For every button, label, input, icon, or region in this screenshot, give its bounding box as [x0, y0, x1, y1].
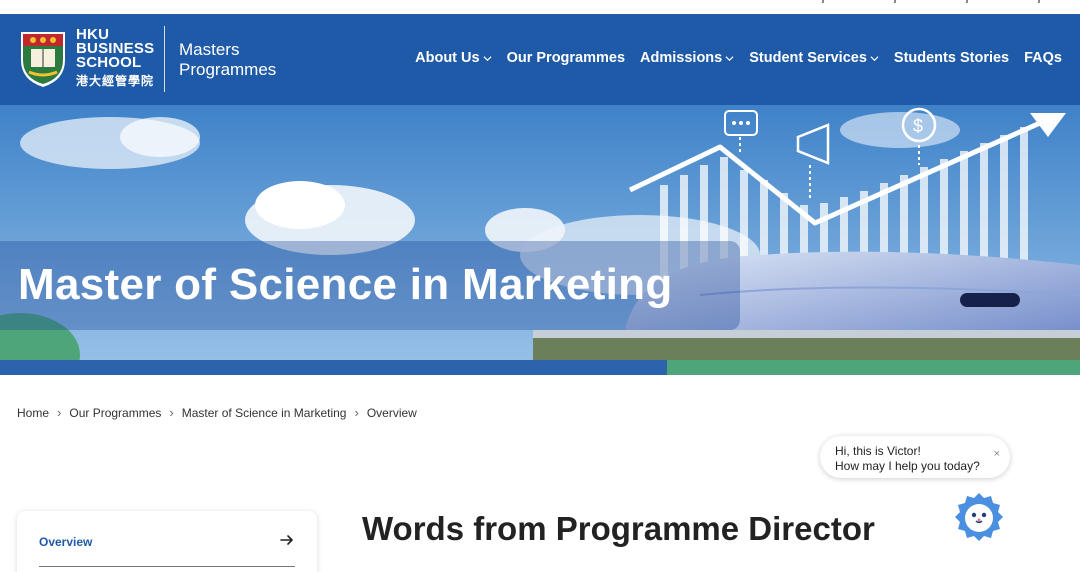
hku-crest-logo[interactable]: [19, 30, 67, 88]
breadcrumb-home[interactable]: Home: [17, 406, 49, 420]
header-divider: [164, 26, 165, 92]
nav-item-faqs[interactable]: FAQs: [1024, 50, 1062, 66]
nav-item-label: About Us: [415, 50, 480, 66]
arrow-right-icon[interactable]: [279, 532, 295, 548]
chevron-down-icon: [870, 55, 879, 61]
hero-accent-stripe-green: [667, 360, 1080, 375]
side-nav-divider: [39, 566, 295, 567]
nav-item-our-programmes[interactable]: Our Programmes: [507, 50, 625, 66]
chat-greeting-bubble[interactable]: Hi, this is Victor! How may I help you t…: [820, 436, 1010, 478]
nav-item-students-stories[interactable]: Students Stories: [894, 50, 1009, 66]
brand-chinese-name: 港大經管學院: [76, 74, 155, 88]
hero-accent-stripe-blue: [0, 360, 667, 375]
chevron-right-icon: ›: [57, 405, 62, 420]
page-title: Master of Science in Marketing: [18, 260, 673, 309]
nav-item-label: FAQs: [1024, 50, 1062, 66]
breadcrumb-programme[interactable]: Master of Science in Marketing: [182, 406, 347, 420]
chevron-right-icon: ›: [169, 405, 174, 420]
nav-item-label: Admissions: [640, 50, 723, 66]
chevron-right-icon: ›: [354, 405, 359, 420]
school-wordmark[interactable]: HKU BUSINESS SCHOOL 港大經管學院: [76, 27, 155, 89]
nav-item-label: Students Stories: [893, 50, 1010, 66]
chevron-down-icon: [483, 55, 492, 61]
nav-item-student-services[interactable]: Student Services: [749, 50, 879, 66]
brand-line-school: SCHOOL: [76, 54, 142, 71]
nav-item-label: Student Services: [749, 50, 867, 66]
nav-item-admissions[interactable]: Admissions: [640, 50, 734, 66]
side-nav-item-overview[interactable]: Overview: [39, 535, 92, 549]
chevron-down-icon: [725, 55, 734, 61]
section-heading: Words from Programme Director: [362, 510, 875, 547]
section-title-line1: Masters: [179, 40, 240, 59]
nav-item-about-us[interactable]: About Us: [415, 50, 492, 66]
section-title-line2: Programmes: [179, 60, 277, 79]
hero-background-image: $: [0, 105, 1080, 375]
section-title[interactable]: Masters Programmes: [179, 40, 276, 80]
top-utility-strip: [0, 0, 1080, 14]
breadcrumb: Home › Our Programmes › Master of Scienc…: [17, 405, 417, 420]
chat-greeting-line1: Hi, this is Victor!: [835, 444, 921, 458]
chatbot-lion-avatar[interactable]: [953, 491, 1005, 543]
side-navigation-card: Overview: [17, 511, 317, 572]
close-icon[interactable]: ×: [994, 448, 1000, 460]
site-header: HKU BUSINESS SCHOOL 港大經管學院 Masters Progr…: [0, 14, 1080, 105]
chat-greeting-line2: How may I help you today?: [835, 459, 980, 473]
breadcrumb-current: Overview: [366, 405, 417, 420]
main-navigation: About Us Our Programmes Admissions Stude…: [415, 50, 1062, 66]
svg-text:$: $: [913, 116, 923, 136]
hero-banner: $ Master of Science in Marketing: [0, 105, 1080, 375]
breadcrumb-our-programmes[interactable]: Our Programmes: [69, 406, 161, 420]
nav-item-label: Our Programmes: [506, 50, 626, 66]
